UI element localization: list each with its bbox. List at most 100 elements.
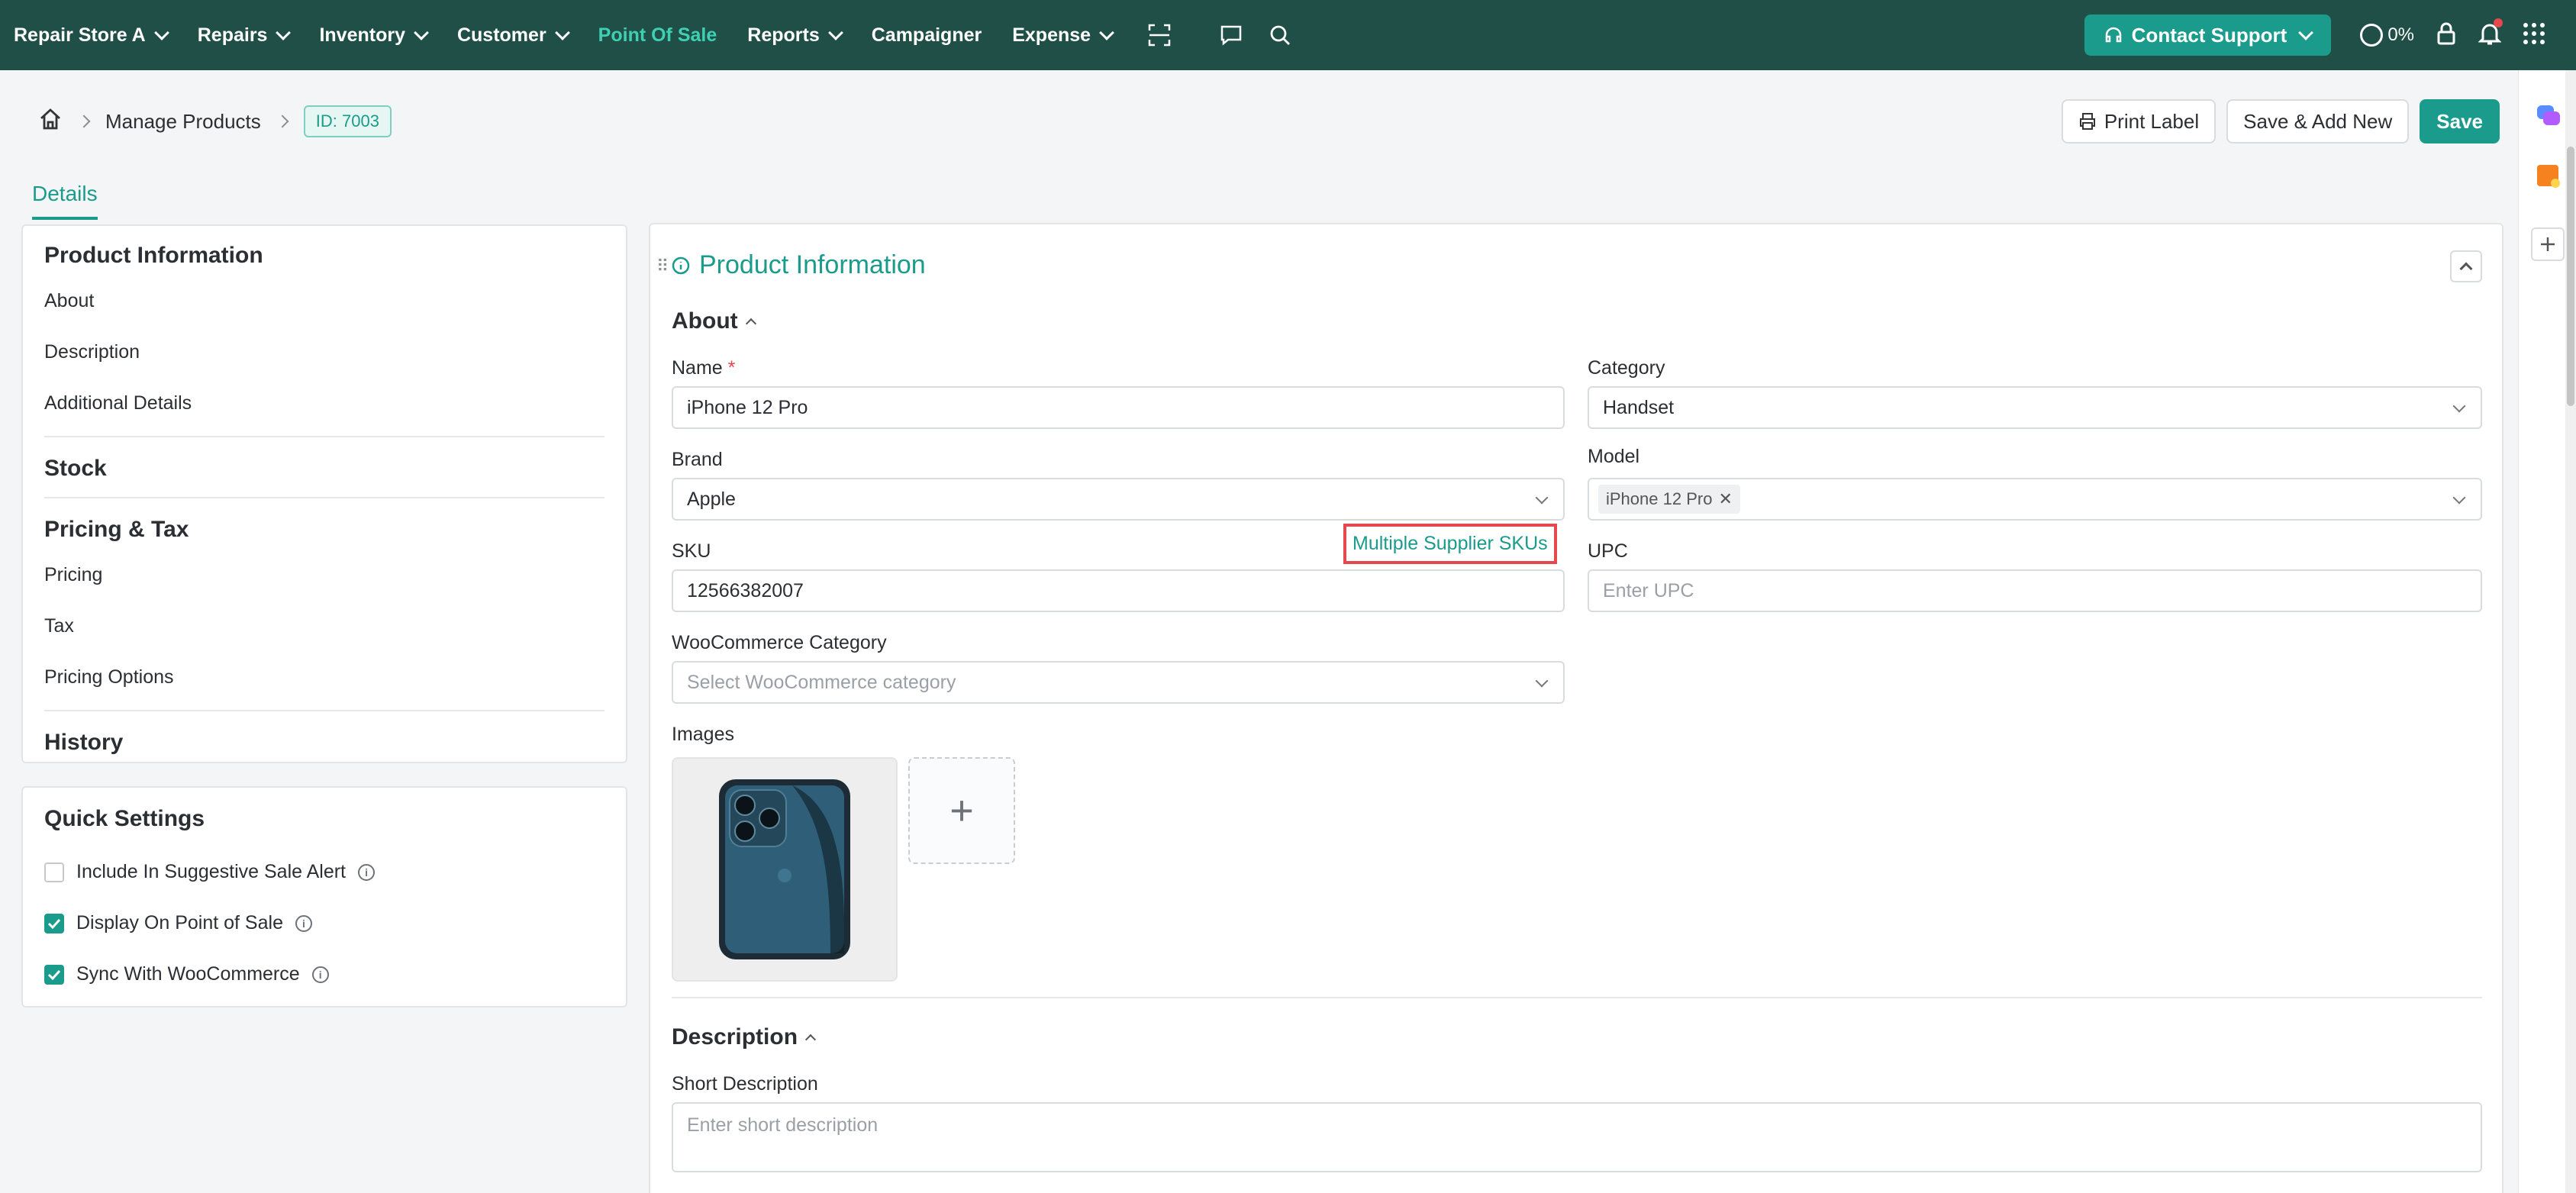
model-select[interactable]: iPhone 12 Pro ✕ [1588,478,2482,521]
nav-customer-label: Customer [456,24,546,46]
name-value: iPhone 12 Pro [687,396,808,418]
save-add-new-button[interactable]: Save & Add New [2226,99,2410,143]
headset-icon [2105,27,2121,43]
model-tag: iPhone 12 Pro ✕ [1598,485,1740,514]
print-label-button[interactable]: Print Label [2061,99,2217,143]
name-input[interactable]: iPhone 12 Pro [672,386,1565,429]
divider [44,436,605,437]
top-navbar: Repair Store A Repairs Inventory Custome… [0,0,2576,70]
iphone-image [719,779,850,959]
nav-description[interactable]: Description [44,341,605,363]
add-image-button[interactable]: + [908,757,1015,864]
nav-product-information[interactable]: Product Information [44,243,605,269]
info-icon[interactable]: i [295,914,312,932]
chevron-down-icon [414,25,429,40]
lock-icon[interactable] [2436,21,2457,50]
about-subheader[interactable]: About [672,308,756,334]
nav-inventory[interactable]: Inventory [319,24,429,47]
apps-grid-icon[interactable] [2523,22,2545,49]
quick-settings-title: Quick Settings [44,806,205,831]
add-icon[interactable] [2531,227,2565,261]
nav-reports[interactable]: Reports [747,24,843,47]
multiple-supplier-skus-link[interactable]: Multiple Supplier SKUs [1343,524,1557,564]
nav-repairs-label: Repairs [197,24,268,46]
checkbox-suggestive-sale[interactable] [44,862,64,882]
nav-expense[interactable]: Expense [1012,24,1114,47]
checkbox-display-pos[interactable] [44,913,64,933]
chevron-down-icon [554,25,570,40]
nav-store-label: Repair Store A [14,24,146,46]
sku-input[interactable]: 12566382007 [672,569,1565,612]
info-icon[interactable]: i [358,863,376,881]
chevron-down-icon [2452,491,2466,505]
save-add-new-text: Save & Add New [2243,109,2393,133]
progress-text: 0% [2387,24,2414,45]
product-id-badge: ID: 7003 [303,105,392,137]
search-icon[interactable] [1263,18,1297,52]
checkbox-sync-woocommerce[interactable] [44,964,64,985]
nav-repairs[interactable]: Repairs [197,24,292,47]
chevron-down-icon [1099,25,1114,40]
scan-icon[interactable] [1143,18,1176,52]
nav-point-of-sale[interactable]: Point Of Sale [598,24,717,47]
upc-input[interactable]: Enter UPC [1588,569,2482,612]
chevron-down-icon [1535,674,1549,688]
nav-customer[interactable]: Customer [456,24,570,47]
short-description-placeholder: Enter short description [687,1114,879,1136]
category-select[interactable]: Handset [1588,386,2482,429]
home-icon[interactable] [38,107,63,137]
quick-setting-display-pos[interactable]: Display On Point of Sale i [44,912,605,934]
progress-indicator[interactable]: 0% [2360,24,2414,47]
section-divider [672,997,2482,998]
drag-handle-icon[interactable]: ⠿ [656,256,669,276]
breadcrumb-manage-products[interactable]: Manage Products [105,110,261,134]
tab-details[interactable]: Details [32,182,98,220]
product-image-thumbnail[interactable] [672,757,898,982]
info-icon[interactable]: i [311,966,329,983]
nav-tax[interactable]: Tax [44,615,605,637]
quick-settings-card: Quick Settings Include In Suggestive Sal… [21,786,627,1008]
contact-support-button[interactable]: Contact Support [2084,15,2332,56]
quick-setting-sync-woo[interactable]: Sync With WooCommerce i [44,963,605,985]
scrollbar-thumb[interactable] [2567,147,2574,406]
chat-icon[interactable] [1214,18,1248,52]
quick-setting-suggestive-sale[interactable]: Include In Suggestive Sale Alert i [44,861,605,883]
short-description-textarea[interactable]: Enter short description [672,1102,2482,1172]
chat-bubble-icon[interactable] [2536,104,2561,134]
sku-label: SKU [672,540,711,562]
nav-history[interactable]: History [44,730,605,756]
woo-category-select[interactable]: Select WooCommerce category [672,661,1565,704]
product-information-card: ⠿ Product Information About Name * iPhon… [649,223,2503,1193]
nav-pricing-tax[interactable]: Pricing & Tax [44,517,605,543]
nav-campaigner[interactable]: Campaigner [872,24,982,47]
close-icon[interactable]: ✕ [1718,489,1732,509]
bell-icon[interactable] [2478,18,2503,50]
nav-pricing-options[interactable]: Pricing Options [44,666,605,688]
nav-pricing[interactable]: Pricing [44,564,605,586]
chevron-up-icon [2459,262,2473,276]
category-label: Category [1588,357,1665,379]
header-actions: Print Label Save & Add New Save [2061,99,2500,143]
nav-stock[interactable]: Stock [44,456,605,482]
description-subheader[interactable]: Description [672,1024,817,1050]
page-scrollbar[interactable] [2565,70,2576,1193]
save-button[interactable]: Save [2420,99,2500,143]
progress-ring-icon [2360,24,2384,47]
chevron-down-icon [276,25,292,40]
suggestive-sale-label: Include In Suggestive Sale Alert [76,861,347,882]
nav-additional-details[interactable]: Additional Details [44,392,605,414]
brand-select[interactable]: Apple [672,478,1565,521]
nav-about[interactable]: About [44,290,605,312]
upc-placeholder: Enter UPC [1603,579,1694,601]
brand-label: Brand [672,449,723,470]
nav-store-selector[interactable]: Repair Store A [14,24,169,47]
divider [44,710,605,711]
section-title: Product Information [672,250,926,280]
plus-icon: + [949,788,974,833]
nav-pos-label: Point Of Sale [598,24,717,46]
sticky-note-icon[interactable] [2536,163,2561,193]
notification-dot [2494,18,2503,27]
printer-icon [2079,113,2095,130]
collapse-section-button[interactable] [2450,250,2482,282]
name-label-text: Name [672,357,723,379]
